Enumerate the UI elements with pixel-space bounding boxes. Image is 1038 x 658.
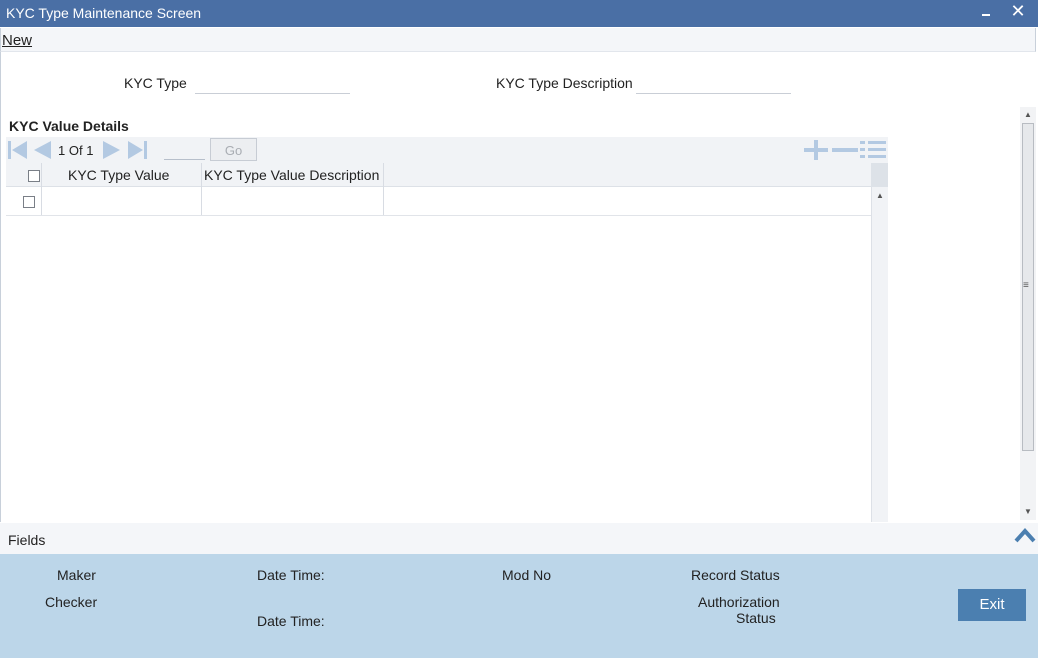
column-separator	[201, 163, 202, 187]
section-title: KYC Value Details	[9, 118, 129, 134]
table-row	[6, 187, 871, 216]
close-icon[interactable]: ✕	[1010, 1, 1026, 21]
kyc-type-label: KYC Type	[124, 75, 187, 91]
minimize-icon[interactable]	[980, 2, 994, 22]
column-separator	[201, 187, 202, 215]
exit-button[interactable]: Exit	[958, 589, 1026, 621]
add-row-icon[interactable]	[804, 140, 828, 160]
maker-label: Maker	[57, 567, 96, 583]
frame-border	[0, 52, 1, 522]
page-number-input[interactable]	[164, 159, 205, 160]
new-link[interactable]: New	[2, 32, 32, 49]
column-header-kyc-type-value-description[interactable]: KYC Type Value Description	[204, 167, 379, 183]
of-label: Of	[68, 143, 83, 158]
column-separator	[41, 187, 42, 215]
current-page: 1	[58, 143, 66, 158]
scroll-down-icon[interactable]: ▼	[1024, 507, 1032, 516]
mod-no-label: Mod No	[502, 567, 552, 583]
page-indicator: 1 Of 1	[58, 143, 93, 158]
kyc-type-description-input[interactable]	[636, 93, 791, 94]
chevron-up-icon[interactable]	[1014, 527, 1036, 543]
scroll-up-icon[interactable]: ▲	[876, 191, 884, 200]
grid-scroll-header	[871, 163, 888, 187]
kyc-type-description-label: KYC Type Description	[496, 75, 633, 91]
delete-row-icon[interactable]	[832, 140, 858, 160]
maker-date-time-label: Date Time:	[257, 567, 325, 583]
scrollbar-grip-icon: ≡	[1023, 280, 1029, 291]
select-all-checkbox[interactable]	[28, 170, 40, 182]
page-scrollbar[interactable]: ▲ ≡ ▼	[1020, 107, 1036, 520]
row-checkbox[interactable]	[23, 196, 35, 208]
fields-bar: Fields	[0, 523, 1038, 554]
first-page-icon[interactable]	[7, 139, 29, 161]
authorization-label: Authorization	[698, 594, 780, 610]
checker-date-time-label: Date Time:	[257, 613, 325, 629]
column-separator	[41, 163, 42, 187]
action-toolbar: New	[0, 28, 1036, 52]
last-page-icon[interactable]	[126, 139, 148, 161]
column-separator	[383, 187, 384, 215]
checker-label: Checker	[45, 594, 98, 610]
grid-scrollbar[interactable]: ▲	[871, 187, 888, 522]
single-view-icon[interactable]	[860, 140, 886, 160]
total-pages: 1	[86, 143, 94, 158]
column-header-kyc-type-value[interactable]: KYC Type Value	[68, 167, 169, 183]
previous-page-icon[interactable]	[31, 139, 53, 161]
scroll-up-icon[interactable]: ▲	[1024, 110, 1032, 119]
authorization-status-label: Status	[736, 610, 776, 626]
go-button[interactable]: Go	[210, 138, 257, 161]
record-status-label: Record Status	[691, 567, 780, 583]
column-separator	[383, 163, 384, 187]
title-bar: KYC Type Maintenance Screen ✕	[0, 0, 1038, 27]
window-title: KYC Type Maintenance Screen	[6, 5, 202, 21]
fields-toggle[interactable]: Fields	[8, 532, 45, 548]
kyc-type-input[interactable]	[195, 93, 350, 94]
next-page-icon[interactable]	[101, 139, 123, 161]
